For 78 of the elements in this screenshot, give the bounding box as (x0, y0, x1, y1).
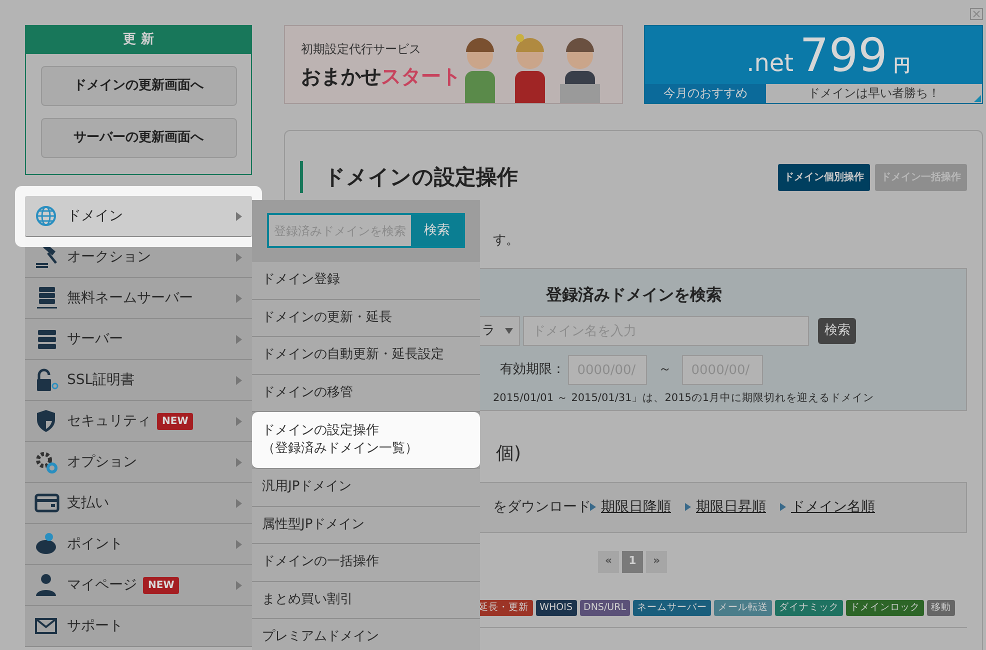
action-tag[interactable]: DNS/URL (580, 600, 630, 616)
banner[interactable]: .net 799 円 今月のおすすめ ドメインは早い者勝ち！ (644, 25, 983, 104)
page-title: ドメインの設定操作 (300, 161, 518, 193)
banner-price: 799 (800, 27, 888, 84)
page-button[interactable]: « (598, 550, 619, 572)
search-button[interactable]: 検索 (411, 215, 463, 246)
range-separator: ～ (658, 361, 672, 380)
card-icon (33, 491, 61, 515)
caret-icon (505, 328, 513, 334)
menu-label: サポート (67, 616, 123, 636)
search-title: 登録済みドメインを検索 (546, 284, 722, 306)
banner-caption: 初期設定代行サービス (301, 41, 422, 58)
sort-link[interactable]: 期限日昇順 (696, 496, 766, 518)
download-link[interactable]: をダウンロード (493, 498, 591, 514)
banner-caption: ドメインは早い者勝ち！ (808, 86, 940, 100)
menu-label: 支払い (67, 494, 109, 512)
sidebar-item[interactable]: サポート (25, 606, 252, 647)
banner-unit: 円 (893, 55, 910, 78)
banner-caption: 今月のおすすめ (645, 84, 766, 103)
sidebar-item[interactable]: SSL証明書 (25, 360, 252, 401)
banner-title: おまかせ (301, 63, 381, 90)
submenu-sublabel: （登録済みドメイン一覧） (262, 440, 419, 458)
submenu-item[interactable]: 汎用JPドメイン (252, 469, 480, 506)
action-tag[interactable]: 移動 (927, 600, 955, 616)
triangle-icon (590, 503, 596, 511)
renew-button[interactable]: ドメインの更新画面へ (40, 66, 236, 106)
hint-text: 2015/01/01 ～ 2015/01/31」は、2015の1月中に期限切れを迎えるドメイン (493, 391, 874, 406)
menu-label: ドメイン (67, 206, 123, 226)
sidebar-item[interactable]: オプション (25, 442, 252, 483)
result-count: 個) (496, 444, 522, 464)
search-button[interactable]: 検索 (818, 318, 856, 344)
submenu-item[interactable]: ドメインの設定操作 （登録済みドメイン一覧） (252, 412, 480, 469)
sort-link[interactable]: ドメイン名順 (791, 496, 875, 518)
sidebar-item[interactable]: マイページ NEW (25, 565, 252, 606)
submenu-item[interactable]: 属性型JPドメイン (252, 506, 480, 544)
menu-label: オプション (67, 452, 137, 472)
submenu-item[interactable]: ドメイン登録 (252, 262, 480, 300)
submenu-label: ドメインの設定操作 (262, 422, 380, 440)
sidebar-item[interactable]: 支払い (25, 483, 252, 524)
menu-label: マイページ (67, 576, 137, 594)
submenu-item[interactable]: ドメインの一括操作 (252, 544, 480, 582)
renew-button[interactable]: サーバーの更新画面へ (40, 118, 236, 158)
page-button[interactable]: » (646, 550, 667, 572)
triangle-icon (780, 503, 786, 511)
triangle-icon (685, 503, 691, 511)
menu-label: 無料ネームサーバー (67, 288, 193, 308)
type-select[interactable]: ラ (480, 316, 520, 346)
mode-tab[interactable]: ドメイン個別操作 (778, 164, 870, 190)
select-value: ラ (482, 322, 495, 340)
banner-title-accent: スタート (381, 63, 461, 90)
submenu-item[interactable]: ドメインの更新・延長 (252, 300, 480, 337)
menu-label: ポイント (67, 534, 123, 554)
expiry-label: 有効期限： (500, 361, 565, 380)
action-tag[interactable]: WHOIS (536, 600, 576, 616)
action-tag[interactable]: ダイナミック (775, 600, 843, 616)
sidebar-item[interactable]: 無料ネームサーバー (25, 278, 252, 319)
submenu-item[interactable]: ドメインの自動更新・延長設定 (252, 337, 480, 374)
submenu-item[interactable]: ドメインの移管 (252, 374, 480, 412)
new-badge: NEW (157, 412, 194, 430)
banner[interactable]: 初期設定代行サービス おまかせスタート (284, 25, 623, 104)
submenu-item[interactable]: プレミアムドメイン (252, 619, 480, 650)
menu-label: SSL証明書 (67, 370, 135, 390)
action-tag[interactable]: ドメインロック (846, 600, 924, 616)
new-badge: NEW (143, 576, 180, 594)
sidebar-item[interactable]: サーバー (25, 319, 252, 360)
corner-icon (974, 95, 981, 102)
banner-tld: .net (746, 48, 794, 79)
submenu-item[interactable]: まとめ買い割引 (252, 582, 480, 619)
close-icon (970, 8, 983, 20)
sidebar-item[interactable]: セキュリティ NEW (25, 401, 252, 442)
action-tag[interactable]: ネームサーバー (633, 600, 711, 616)
intro-text: す。 (493, 232, 519, 250)
menu-label: セキュリティ (67, 412, 151, 430)
menu-label: オークション (67, 248, 151, 266)
panel-header: 更 新 (26, 26, 251, 54)
sort-link[interactable]: 期限日降順 (601, 496, 671, 518)
sidebar-item[interactable]: ポイント (25, 524, 252, 565)
menu-label: サーバー (67, 330, 123, 348)
